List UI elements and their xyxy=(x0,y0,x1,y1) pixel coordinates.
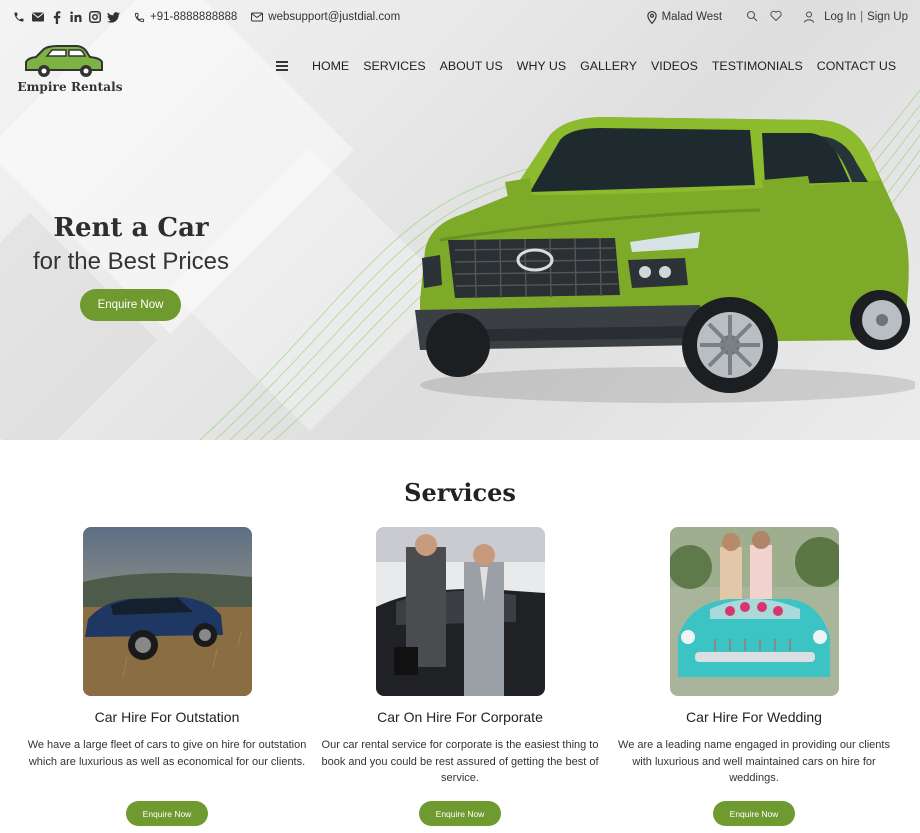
main-nav: HOME SERVICES ABOUT US WHY US GALLERY VI… xyxy=(276,59,896,73)
hero-subtitle: for the Best Prices xyxy=(32,248,230,275)
services-heading: Services xyxy=(404,478,516,507)
envelope-outline-icon xyxy=(251,12,264,22)
service-description: We are a leading name engaged in providi… xyxy=(618,739,890,784)
car-logo-icon xyxy=(25,45,103,77)
user-icon xyxy=(804,11,815,23)
location-pin-icon xyxy=(646,10,657,24)
service-enquire-button[interactable]: Enquire Now xyxy=(713,801,795,826)
service-title: Car Hire For Outstation xyxy=(94,709,240,725)
top-bar: +91-8888888888 websupport@justdial.com M… xyxy=(0,0,920,34)
nav-item-about-us[interactable]: ABOUT US xyxy=(440,59,503,73)
brand-name: Empire Rentals xyxy=(17,80,123,94)
location-text: Malad West xyxy=(661,11,723,23)
phone-contact[interactable]: +91-8888888888 xyxy=(134,11,237,23)
service-description: We have a large fleet of cars to give on… xyxy=(27,739,307,768)
nav-item-videos[interactable]: VIDEOS xyxy=(651,59,698,73)
heart-icon[interactable] xyxy=(770,10,782,24)
instagram-icon[interactable] xyxy=(88,11,101,24)
account-links: Log In | Sign Up xyxy=(804,11,908,23)
hero-car-image xyxy=(415,117,915,403)
service-card-corporate: Car On Hire For Corporate Our car rental… xyxy=(310,527,610,826)
separator: | xyxy=(860,11,864,23)
signup-link[interactable]: Sign Up xyxy=(867,11,908,23)
menu-icon[interactable] xyxy=(276,61,288,71)
location-link[interactable]: Malad West xyxy=(646,10,723,24)
service-enquire-button[interactable]: Enquire Now xyxy=(126,801,208,826)
nav-item-why-us[interactable]: WHY US xyxy=(517,59,566,73)
service-card-wedding: Car Hire For Wedding We are a leading na… xyxy=(604,527,904,826)
nav-item-testimonials[interactable]: TESTIMONIALS xyxy=(712,59,803,73)
service-enquire-button[interactable]: Enquire Now xyxy=(419,801,501,826)
wedding-car-image xyxy=(669,527,839,696)
login-link[interactable]: Log In xyxy=(824,11,856,23)
corporate-car-image xyxy=(375,527,545,696)
service-title: Car Hire For Wedding xyxy=(686,709,822,725)
hero-title: Rent a Car xyxy=(53,213,209,243)
hero-enquire-button[interactable]: Enquire Now xyxy=(80,289,181,321)
search-icon[interactable] xyxy=(746,10,758,25)
facebook-icon[interactable] xyxy=(50,10,63,24)
envelope-icon[interactable] xyxy=(31,11,44,24)
nav-item-services[interactable]: SERVICES xyxy=(363,59,425,73)
topbar-right: Malad West Log In | Sign Up xyxy=(646,0,908,34)
service-card-outstation: Car Hire For Outstation We have a large … xyxy=(17,527,317,826)
outstation-car-image xyxy=(82,527,252,696)
email-contact[interactable]: websupport@justdial.com xyxy=(251,11,400,23)
service-description: Our car rental service for corporate is … xyxy=(321,739,599,784)
social-links xyxy=(12,10,120,24)
linkedin-icon[interactable] xyxy=(69,11,82,24)
brand-logo[interactable]: Empire Rentals xyxy=(14,42,126,98)
phone-outline-icon xyxy=(134,12,145,22)
nav-item-contact-us[interactable]: CONTACT US xyxy=(817,59,896,73)
service-title: Car On Hire For Corporate xyxy=(377,709,543,725)
nav-item-home[interactable]: HOME xyxy=(312,59,349,73)
phone-number: +91-8888888888 xyxy=(150,11,238,23)
twitter-icon[interactable] xyxy=(107,11,120,24)
phone-icon[interactable] xyxy=(12,11,25,24)
email-address: websupport@justdial.com xyxy=(268,11,401,23)
nav-item-gallery[interactable]: GALLERY xyxy=(580,59,637,73)
